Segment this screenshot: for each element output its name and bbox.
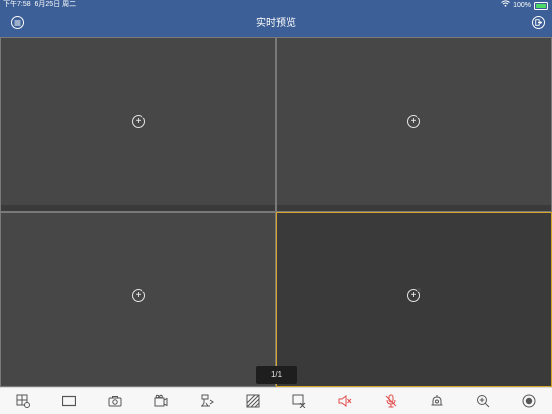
page-indicator: 1/1 <box>256 366 297 384</box>
snapshot-camera-icon[interactable] <box>108 394 122 408</box>
nav-bar: 实时预览 <box>0 10 552 37</box>
video-grid <box>0 37 552 387</box>
bottom-toolbar <box>0 387 552 414</box>
status-bar: 下午7:58 6月25日 周二 100% <box>0 0 552 10</box>
battery-percent: 100% <box>513 1 531 9</box>
video-pane-1[interactable] <box>1 38 275 211</box>
window-split-settings-icon[interactable] <box>16 394 30 408</box>
add-camera-icon[interactable] <box>407 114 421 128</box>
battery-icon <box>534 2 548 10</box>
video-pane-2[interactable] <box>277 38 551 211</box>
pane-info-bar <box>1 205 275 211</box>
status-time-date: 下午7:58 6月25日 周二 <box>3 0 76 10</box>
record-circle-icon[interactable] <box>522 394 536 408</box>
stop-all-icon[interactable] <box>292 394 306 408</box>
alarm-output-icon[interactable] <box>430 394 444 408</box>
record-video-icon[interactable] <box>154 394 168 408</box>
video-pane-4-selected[interactable] <box>276 212 552 387</box>
talk-microphone-icon[interactable] <box>384 394 398 408</box>
mute-audio-icon[interactable] <box>338 394 352 408</box>
exit-door-icon[interactable] <box>532 16 545 29</box>
image-quality-icon[interactable] <box>246 394 260 408</box>
single-window-icon[interactable] <box>62 394 76 408</box>
status-time: 下午7:58 <box>3 1 31 8</box>
video-pane-3[interactable] <box>1 213 275 386</box>
digital-zoom-icon[interactable] <box>476 394 490 408</box>
status-date: 6月25日 周二 <box>34 1 77 8</box>
add-camera-icon[interactable] <box>132 114 146 128</box>
add-camera-icon[interactable] <box>407 288 421 302</box>
page-title: 实时预览 <box>256 18 296 29</box>
pane-info-bar <box>277 205 551 211</box>
add-camera-icon[interactable] <box>132 288 146 302</box>
ptz-control-icon[interactable] <box>200 394 214 408</box>
